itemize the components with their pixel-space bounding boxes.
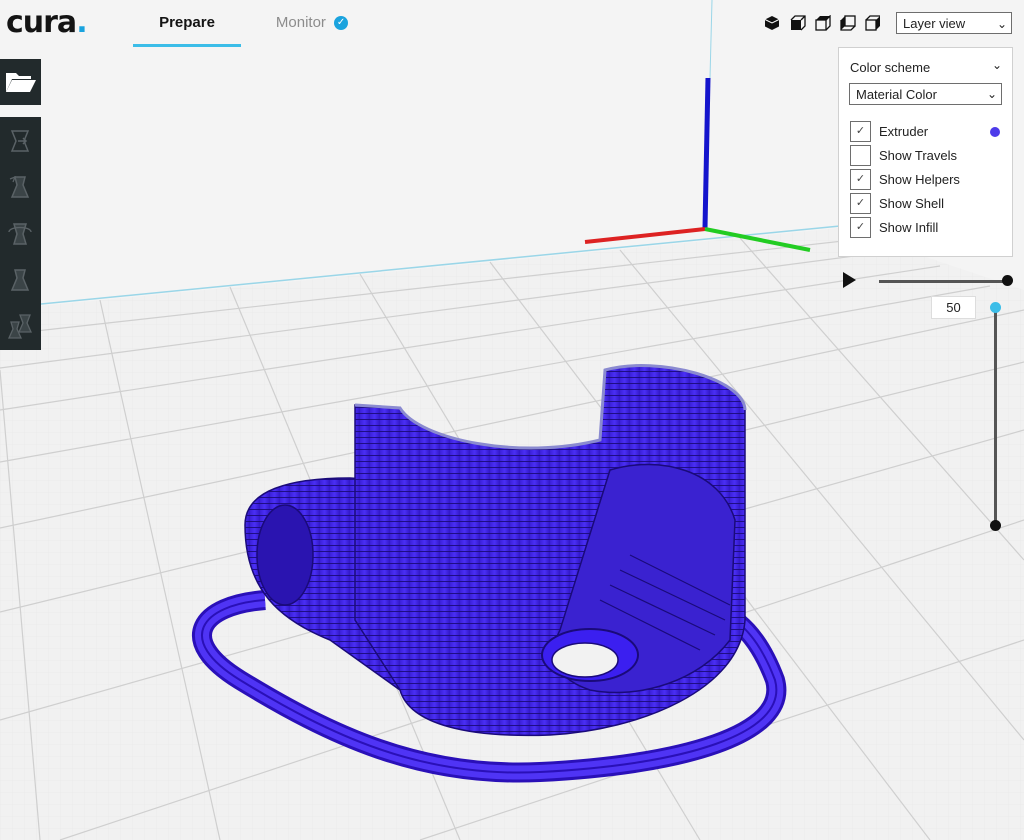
current-layer-input[interactable]: 50	[931, 296, 976, 319]
layer-slider-upper-handle[interactable]	[990, 302, 1001, 313]
layer-slider-lower-handle[interactable]	[990, 520, 1001, 531]
top-view-icon[interactable]	[815, 15, 831, 31]
translate-tool-icon[interactable]	[6, 127, 34, 155]
option-label: Show Travels	[879, 148, 958, 163]
open-file-button[interactable]	[0, 59, 41, 105]
show-infill-checkbox[interactable]: ✓	[850, 217, 871, 238]
chevron-down-icon[interactable]: ⌄	[992, 58, 1002, 72]
3d-view-icon[interactable]	[764, 15, 780, 31]
z-axis	[702, 77, 711, 229]
tab-prepare-label: Prepare	[159, 14, 215, 31]
option-show-travels[interactable]: Show Travels	[850, 145, 1005, 167]
view-mode-selected: Layer view	[903, 16, 966, 31]
layer-view-panel: Color scheme ⌄ Material Color ⌄ ✓ Extrud…	[838, 47, 1013, 257]
layer-progress-handle[interactable]	[1002, 275, 1013, 286]
tab-monitor[interactable]: Monitor ✓	[262, 12, 362, 46]
color-scheme-select[interactable]: Material Color ⌄	[849, 83, 1002, 105]
layer-slider-track[interactable]	[994, 309, 997, 525]
view-mode-select[interactable]: Layer view ⌄	[896, 12, 1012, 34]
show-travels-checkbox[interactable]	[850, 145, 871, 166]
left-view-icon[interactable]	[840, 15, 856, 31]
extruder-color-swatch	[990, 127, 1000, 137]
per-model-settings-icon[interactable]	[6, 312, 34, 340]
option-show-shell[interactable]: ✓ Show Shell	[850, 193, 1005, 215]
tool-panel	[0, 117, 41, 350]
scale-tool-icon[interactable]	[6, 173, 34, 201]
color-scheme-label: Color scheme	[850, 60, 931, 75]
option-label: Show Infill	[879, 220, 939, 235]
option-extruder[interactable]: ✓ Extruder	[850, 121, 1005, 143]
front-view-icon[interactable]	[790, 15, 806, 31]
logo-dot: .	[76, 5, 87, 40]
tab-prepare[interactable]: Prepare	[133, 12, 241, 47]
option-show-helpers[interactable]: ✓ Show Helpers	[850, 169, 1005, 191]
chevron-down-icon: ⌄	[986, 87, 997, 101]
play-icon[interactable]	[843, 272, 856, 288]
mirror-tool-icon[interactable]	[6, 266, 34, 294]
logo-text: cura	[6, 5, 77, 40]
option-label: Show Shell	[879, 196, 945, 211]
cura-logo: cura.	[6, 5, 88, 40]
option-show-infill[interactable]: ✓ Show Infill	[850, 217, 1005, 239]
right-view-icon[interactable]	[865, 15, 881, 31]
check-circle-icon: ✓	[334, 16, 349, 31]
layer-progress-track[interactable]	[879, 280, 1007, 283]
chevron-down-icon: ⌄	[996, 17, 1007, 31]
extruder-checkbox[interactable]: ✓	[850, 121, 871, 142]
show-helpers-checkbox[interactable]: ✓	[850, 169, 871, 190]
current-layer-value: 50	[946, 300, 961, 315]
folder-open-icon	[6, 73, 36, 92]
show-shell-checkbox[interactable]: ✓	[850, 193, 871, 214]
tab-monitor-label: Monitor	[275, 14, 326, 31]
option-label: Extruder	[879, 124, 929, 139]
color-scheme-selected: Material Color	[856, 87, 937, 102]
rotate-tool-icon[interactable]	[6, 220, 34, 248]
option-label: Show Helpers	[879, 172, 960, 187]
